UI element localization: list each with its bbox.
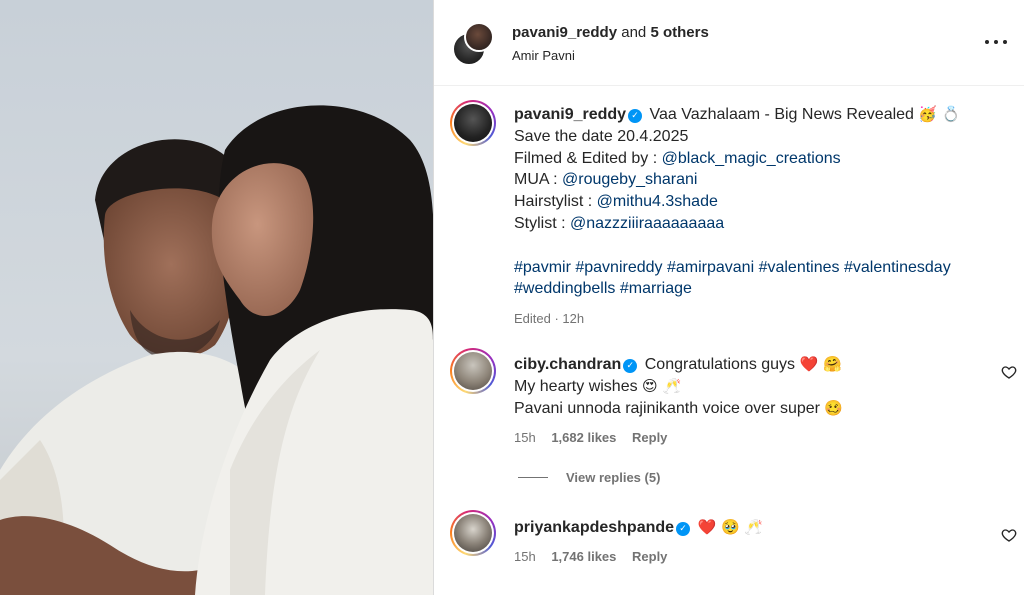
comment-avatar[interactable] bbox=[450, 348, 496, 394]
author-avatar[interactable] bbox=[464, 22, 494, 52]
hashtags-line-2[interactable]: #weddingbells #marriage bbox=[514, 278, 994, 300]
couple-photo-illustration bbox=[0, 0, 433, 595]
caption-date: Save the date 20.4.2025 bbox=[514, 127, 689, 145]
comment-body: priyankapdeshpande ✓ ❤️ 🥹 🥂 bbox=[514, 517, 984, 539]
caption-username[interactable]: pavani9_reddy bbox=[514, 106, 626, 123]
comment-time: 15h bbox=[514, 549, 536, 564]
post-header: pavani9_reddy and 5 others Amir Pavni bbox=[434, 0, 1024, 86]
comment-emoji: 😍 🥂 bbox=[642, 376, 682, 395]
comment-text: My hearty wishes bbox=[514, 377, 643, 395]
filmed-link[interactable]: @black_magic_creations bbox=[662, 150, 841, 167]
reply-button[interactable]: Reply bbox=[632, 549, 667, 564]
comment-text: Congratulations guys bbox=[640, 356, 800, 373]
verified-badge-icon: ✓ bbox=[676, 522, 691, 536]
hair-label: Hairstylist : bbox=[514, 193, 597, 211]
comment-emoji: 🥴 bbox=[824, 398, 844, 417]
stylist-link[interactable]: @nazzziiiraaaaaaaaa bbox=[570, 215, 724, 232]
post-side-panel: pavani9_reddy and 5 others Amir Pavni pa… bbox=[433, 0, 1024, 595]
comment-text: Pavani unnoda rajinikanth voice over sup… bbox=[514, 399, 825, 417]
post-subtitle[interactable]: Amir Pavni bbox=[512, 48, 575, 63]
reply-button[interactable]: Reply bbox=[632, 430, 667, 445]
stylist-label: Stylist : bbox=[514, 214, 571, 232]
author-username-link[interactable]: pavani9_reddy bbox=[512, 24, 617, 41]
comment-likes[interactable]: 1,682 likes bbox=[551, 430, 616, 445]
edited-timestamp: Edited · 12h bbox=[514, 311, 585, 327]
comment-body: ciby.chandran ✓ Congratulations guys ❤️ 🤗… bbox=[514, 354, 984, 419]
others-link[interactable]: 5 others bbox=[650, 24, 708, 41]
post-photo[interactable] bbox=[0, 0, 433, 595]
comment-time: 15h bbox=[514, 430, 536, 445]
comment-emoji: ❤️ 🤗 bbox=[799, 355, 842, 373]
more-options-icon[interactable] bbox=[985, 32, 1007, 52]
post-caption: pavani9_reddy ✓ Vaa Vazhalaam - Big News … bbox=[514, 104, 994, 330]
replies-divider bbox=[518, 477, 548, 478]
and-text: and bbox=[617, 24, 651, 41]
caption-avatar[interactable] bbox=[450, 100, 496, 146]
comment-avatar[interactable] bbox=[450, 510, 496, 556]
mua-link[interactable]: @rougeby_sharani bbox=[562, 171, 697, 188]
caption-emoji: 🥳 💍 bbox=[918, 105, 961, 123]
hair-link[interactable]: @mithu4.3shade bbox=[597, 193, 718, 210]
comment-username[interactable]: ciby.chandran bbox=[514, 356, 621, 373]
comment-likes[interactable]: 1,746 likes bbox=[551, 549, 616, 564]
comments-section: pavani9_reddy ✓ Vaa Vazhalaam - Big News … bbox=[434, 86, 1024, 595]
comment-meta: 15h 1,746 likes Reply bbox=[514, 549, 679, 564]
comment-meta: 15h 1,682 likes Reply bbox=[514, 430, 679, 445]
heart-outline-icon[interactable] bbox=[1001, 364, 1017, 380]
view-replies-button[interactable]: View replies (5) bbox=[518, 470, 660, 485]
verified-badge-icon: ✓ bbox=[628, 109, 643, 123]
caption-title: Vaa Vazhalaam - Big News Revealed bbox=[645, 106, 919, 123]
heart-outline-icon[interactable] bbox=[1001, 527, 1017, 543]
view-replies-label: View replies (5) bbox=[566, 470, 661, 485]
verified-badge-icon: ✓ bbox=[623, 359, 638, 373]
hashtags-line-1[interactable]: #pavmir #pavnireddy #amirpavani #valenti… bbox=[514, 257, 994, 279]
collab-line: pavani9_reddy and 5 others bbox=[512, 24, 709, 41]
filmed-label: Filmed & Edited by : bbox=[514, 149, 662, 167]
comment-username[interactable]: priyankapdeshpande bbox=[514, 519, 674, 536]
mua-label: MUA : bbox=[514, 171, 563, 189]
comment-emoji: ❤️ 🥹 🥂 bbox=[697, 518, 764, 536]
